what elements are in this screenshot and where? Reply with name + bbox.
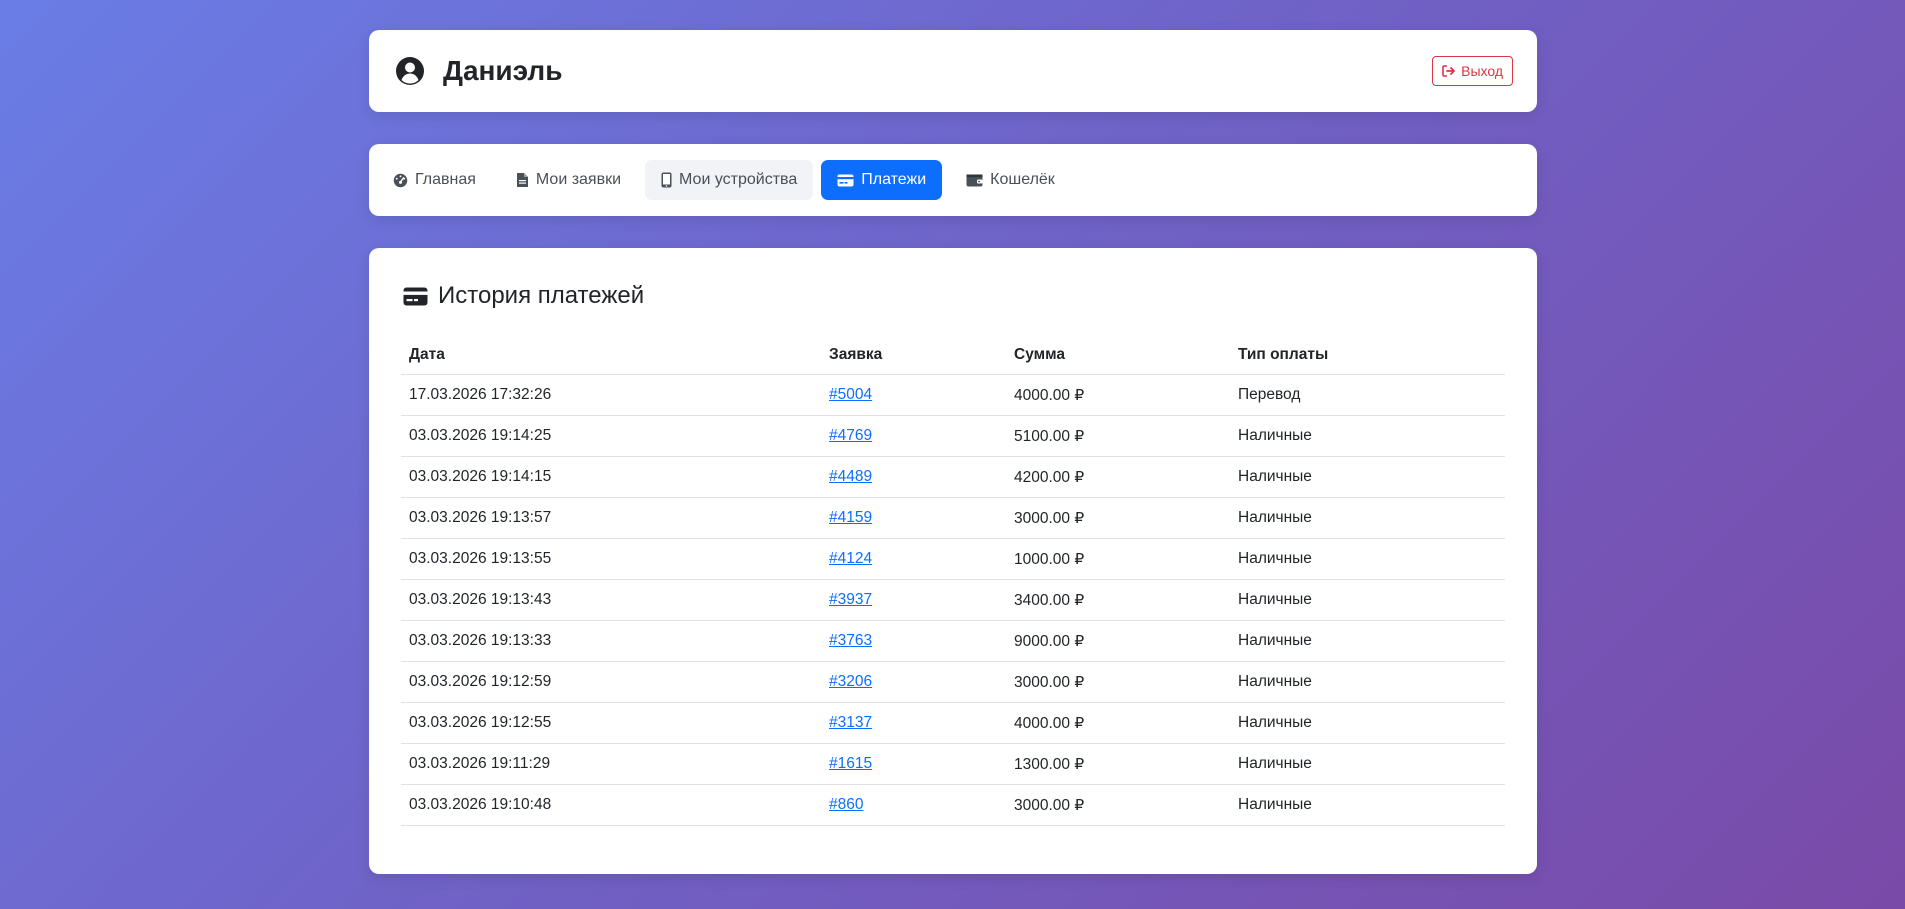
nav-item-label: Главная (415, 171, 476, 188)
request-link[interactable]: #3937 (829, 591, 872, 608)
payment-date: 03.03.2026 19:12:55 (401, 702, 821, 744)
payment-date: 03.03.2026 19:10:48 (401, 784, 821, 826)
request-link[interactable]: #4124 (829, 550, 872, 567)
payment-type: Наличные (1230, 456, 1505, 498)
request-link[interactable]: #4159 (829, 509, 872, 526)
payment-type: Наличные (1230, 579, 1505, 621)
request-link[interactable]: #5004 (829, 386, 872, 403)
user-name: Даниэль (443, 55, 563, 86)
payment-date: 03.03.2026 19:14:15 (401, 456, 821, 498)
nav-item-label: Кошелёк (990, 171, 1055, 188)
request-link[interactable]: #4769 (829, 427, 872, 444)
payment-date: 03.03.2026 19:13:33 (401, 620, 821, 662)
section-title-text: История платежей (438, 282, 645, 309)
page-container: Даниэль Выход Главная Мои заявки Мои уст… (369, 30, 1537, 874)
table-row: 03.03.2026 19:12:55 #3137 4000.00 ₽ Нали… (401, 702, 1505, 744)
request-link[interactable]: #860 (829, 796, 863, 813)
table-row: 03.03.2026 19:13:33 #3763 9000.00 ₽ Нали… (401, 620, 1505, 662)
payment-date: 03.03.2026 19:13:43 (401, 579, 821, 621)
wallet-icon (966, 173, 983, 187)
column-header-date: Дата (401, 336, 821, 375)
user-block: Даниэль (395, 55, 562, 87)
payment-date: 17.03.2026 17:32:26 (401, 374, 821, 416)
table-row: 17.03.2026 17:32:26 #5004 4000.00 ₽ Пере… (401, 374, 1505, 416)
payment-amount: 9000.00 ₽ (1006, 620, 1230, 662)
payment-type: Наличные (1230, 497, 1505, 539)
payment-date: 03.03.2026 19:12:59 (401, 661, 821, 703)
dashboard-icon (393, 173, 408, 188)
user-circle-icon (395, 56, 425, 86)
payment-amount: 3000.00 ₽ (1006, 497, 1230, 539)
nav-item-requests[interactable]: Мои заявки (500, 160, 637, 200)
payment-type: Перевод (1230, 374, 1505, 416)
column-header-payment-type: Тип оплаты (1230, 336, 1505, 375)
payment-amount: 1300.00 ₽ (1006, 743, 1230, 785)
mobile-icon (661, 172, 672, 188)
nav-item-wallet[interactable]: Кошелёк (950, 160, 1071, 200)
table-header-row: Дата Заявка Сумма Тип оплаты (401, 336, 1505, 375)
payment-date: 03.03.2026 19:13:55 (401, 538, 821, 580)
payment-type: Наличные (1230, 415, 1505, 457)
table-row: 03.03.2026 19:13:43 #3937 3400.00 ₽ Нали… (401, 579, 1505, 621)
table-row: 03.03.2026 19:11:29 #1615 1300.00 ₽ Нали… (401, 743, 1505, 785)
table-row: 03.03.2026 19:13:57 #4159 3000.00 ₽ Нали… (401, 497, 1505, 539)
table-row: 03.03.2026 19:12:59 #3206 3000.00 ₽ Нали… (401, 661, 1505, 703)
nav-item-payments[interactable]: Платежи (821, 160, 943, 200)
payment-amount: 5100.00 ₽ (1006, 415, 1230, 457)
document-icon (516, 172, 529, 188)
payment-type: Наличные (1230, 702, 1505, 744)
payment-amount: 3400.00 ₽ (1006, 579, 1230, 621)
payment-amount: 4000.00 ₽ (1006, 702, 1230, 744)
nav-item-label: Платежи (861, 171, 927, 188)
request-link[interactable]: #1615 (829, 755, 872, 772)
payment-amount: 4000.00 ₽ (1006, 374, 1230, 416)
table-row: 03.03.2026 19:10:48 #860 3000.00 ₽ Налич… (401, 784, 1505, 826)
table-row: 03.03.2026 19:13:55 #4124 1000.00 ₽ Нали… (401, 538, 1505, 580)
payments-card: История платежей Дата Заявка Сумма Тип о… (369, 248, 1537, 874)
nav-item-devices[interactable]: Мои устройства (645, 160, 814, 200)
column-header-amount: Сумма (1006, 336, 1230, 375)
payments-table: Дата Заявка Сумма Тип оплаты 17.03.2026 … (401, 336, 1505, 826)
logout-label: Выход (1461, 63, 1503, 79)
payment-type: Наличные (1230, 784, 1505, 826)
credit-card-icon (403, 287, 428, 306)
nav-item-label: Мои заявки (535, 171, 622, 188)
table-row: 03.03.2026 19:14:15 #4489 4200.00 ₽ Нали… (401, 456, 1505, 498)
credit-card-icon (837, 174, 854, 187)
payment-amount: 4200.00 ₽ (1006, 456, 1230, 498)
payment-date: 03.03.2026 19:13:57 (401, 497, 821, 539)
payment-date: 03.03.2026 19:14:25 (401, 415, 821, 457)
nav-item-home[interactable]: Главная (377, 160, 492, 200)
section-title: История платежей (403, 282, 1505, 310)
request-link[interactable]: #4489 (829, 468, 872, 485)
nav-item-label: Мои устройства (679, 171, 798, 188)
payment-type: Наличные (1230, 538, 1505, 580)
header-card: Даниэль Выход (369, 30, 1537, 112)
payment-date: 03.03.2026 19:11:29 (401, 743, 821, 785)
payment-type: Наличные (1230, 661, 1505, 703)
nav-card: Главная Мои заявки Мои устройства Платеж… (369, 144, 1537, 216)
payment-amount: 1000.00 ₽ (1006, 538, 1230, 580)
request-link[interactable]: #3206 (829, 673, 872, 690)
table-row: 03.03.2026 19:14:25 #4769 5100.00 ₽ Нали… (401, 415, 1505, 457)
payment-type: Наличные (1230, 620, 1505, 662)
request-link[interactable]: #3763 (829, 632, 872, 649)
payment-type: Наличные (1230, 743, 1505, 785)
sign-out-icon (1442, 65, 1456, 77)
payment-amount: 3000.00 ₽ (1006, 661, 1230, 703)
logout-button[interactable]: Выход (1432, 56, 1513, 86)
payment-amount: 3000.00 ₽ (1006, 784, 1230, 826)
column-header-request: Заявка (821, 336, 1006, 375)
request-link[interactable]: #3137 (829, 714, 872, 731)
